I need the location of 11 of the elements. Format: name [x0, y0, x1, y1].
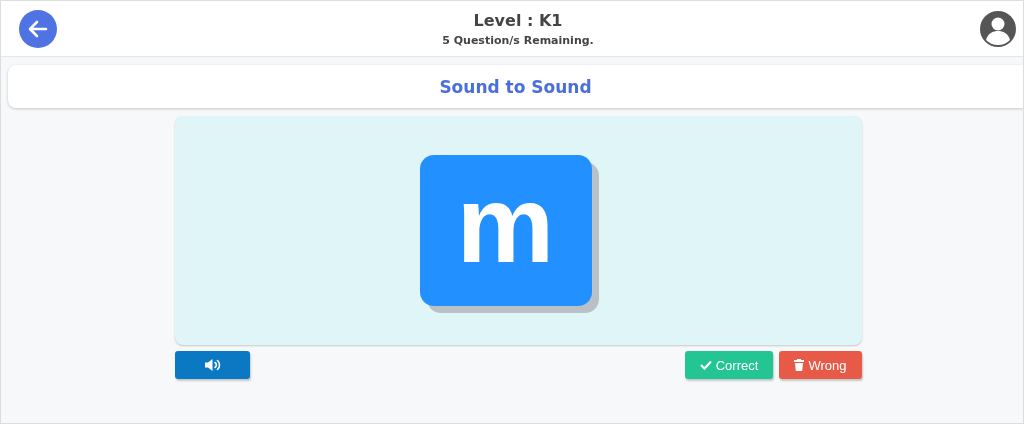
trash-icon	[794, 359, 805, 371]
back-button[interactable]	[19, 9, 57, 48]
activity-title: Sound to Sound	[439, 76, 592, 97]
correct-button[interactable]: Correct	[685, 351, 773, 379]
play-sound-button[interactable]	[175, 351, 250, 379]
speaker-icon	[203, 358, 222, 372]
check-icon	[699, 360, 712, 370]
level-title: Level : K1	[472, 10, 564, 30]
user-avatar-icon[interactable]	[979, 9, 1017, 48]
wrong-button[interactable]: Wrong	[779, 351, 862, 379]
questions-remaining: 5 Question/s Remaining.	[442, 33, 594, 47]
